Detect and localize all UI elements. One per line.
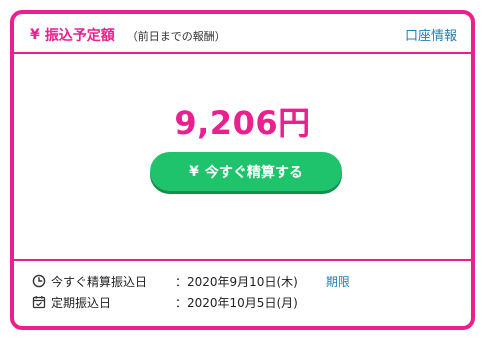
deadline-link[interactable]: 期限 bbox=[326, 273, 350, 290]
payout-amount: 9,206円 bbox=[174, 104, 311, 142]
header-title-group: ¥ 振込予定額 （前日までの報酬） bbox=[30, 25, 226, 45]
clock-icon bbox=[32, 274, 46, 288]
settle-now-label: 今すぐ精算する bbox=[204, 164, 303, 181]
regular-transfer-row: 定期振込日 ：2020年10月5日(月) bbox=[32, 293, 298, 311]
regular-transfer-label: 定期振込日 bbox=[51, 295, 112, 310]
account-info-link[interactable]: 口座情報 bbox=[405, 25, 457, 44]
card-title: 振込予定額 bbox=[44, 28, 115, 44]
yen-icon: ¥ bbox=[189, 163, 199, 180]
calendar-icon bbox=[32, 295, 46, 309]
regular-transfer-date: ：2020年10月5日(月) bbox=[175, 295, 298, 310]
instant-transfer-row: 今すぐ精算振込日 ：2020年9月10日(木) 期限 bbox=[32, 272, 350, 290]
instant-transfer-date: ：2020年9月10日(木) bbox=[175, 274, 298, 289]
instant-transfer-label: 今すぐ精算振込日 bbox=[51, 274, 148, 289]
yen-icon: ¥ bbox=[30, 27, 40, 43]
settle-now-button[interactable]: ¥ 今すぐ精算する bbox=[150, 152, 342, 191]
payout-card: ¥ 振込予定額 （前日までの報酬） 口座情報 9,206円 ¥ 今すぐ精算する … bbox=[10, 10, 475, 330]
card-subtitle: （前日までの報酬） bbox=[126, 29, 226, 43]
divider bbox=[14, 259, 471, 261]
card-header: ¥ 振込予定額 （前日までの報酬） 口座情報 bbox=[14, 14, 471, 54]
